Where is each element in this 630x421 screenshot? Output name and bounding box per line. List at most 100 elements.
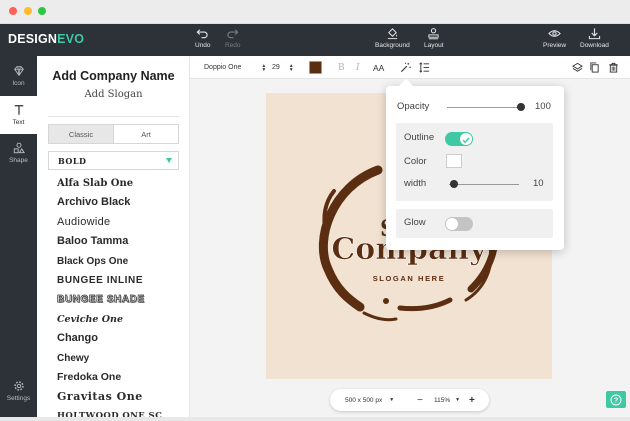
app-logo: DESIGNEVO xyxy=(8,32,85,46)
zoom-out-button[interactable]: − xyxy=(417,389,423,411)
outline-width-slider[interactable] xyxy=(449,184,519,185)
font-item-ceviche-one[interactable]: Ceviche One xyxy=(57,310,182,329)
delete-button[interactable] xyxy=(608,56,619,79)
italic-button[interactable]: I xyxy=(356,56,360,79)
copy-icon xyxy=(590,62,599,73)
zoom-level-select[interactable]: 115% ▼ xyxy=(434,389,460,411)
layout-icon xyxy=(428,28,439,40)
font-item-gravitas-one[interactable]: Gravitas One xyxy=(57,387,182,406)
font-item-alfa-slab-one[interactable]: Alfa Slab One xyxy=(57,174,182,193)
preview-button[interactable]: Preview xyxy=(543,27,566,49)
font-item-chango[interactable]: Chango xyxy=(57,329,182,348)
zoom-in-button[interactable]: + xyxy=(469,389,475,411)
text-icon xyxy=(14,105,23,115)
font-item-fredoka-one[interactable]: Fredoka One xyxy=(57,368,182,387)
outline-color-swatch[interactable] xyxy=(446,154,462,168)
left-sidebar: Icon Text Shape Settings xyxy=(0,56,37,417)
question-icon: ? xyxy=(610,394,622,405)
layers-button[interactable] xyxy=(572,56,583,79)
glow-label: Glow xyxy=(404,217,426,228)
line-spacing-icon xyxy=(419,62,430,73)
sidebar-item-settings[interactable]: Settings xyxy=(0,372,37,410)
outline-width-slider-handle[interactable] xyxy=(450,180,458,188)
toggle-knob xyxy=(446,218,458,230)
font-item-bungee-inline[interactable]: BUNGEE INLINE xyxy=(57,271,182,290)
download-button[interactable]: Download xyxy=(580,27,609,49)
font-item-chewy[interactable]: Chewy xyxy=(57,349,182,368)
logo-slogan-text[interactable]: SLOGAN HERE xyxy=(373,274,446,283)
outline-width-label: width xyxy=(404,178,427,189)
font-item-bungee-shade[interactable]: BUNGEE SHADE xyxy=(57,290,182,309)
trash-icon xyxy=(609,62,618,73)
outline-toggle[interactable] xyxy=(445,132,473,146)
shapes-icon xyxy=(13,142,25,154)
background-button[interactable]: Background xyxy=(375,27,410,49)
glow-section: Glow xyxy=(396,209,553,238)
opacity-slider[interactable] xyxy=(447,107,521,108)
opacity-slider-handle[interactable] xyxy=(517,103,525,111)
gear-icon xyxy=(13,381,24,391)
zoom-bar: 500 x 500 px ▼ − 115% ▼ + xyxy=(330,389,489,411)
help-button[interactable]: ? xyxy=(606,391,626,408)
spinner-icon: ▲ ▼ xyxy=(261,62,267,73)
window-titlebar xyxy=(0,0,630,24)
opacity-value: 100 xyxy=(535,101,551,112)
svg-text:?: ? xyxy=(614,395,619,404)
effects-button[interactable] xyxy=(400,56,411,79)
divider xyxy=(48,116,179,117)
magic-wand-icon xyxy=(400,62,411,73)
coffee-ring-stroke xyxy=(397,297,453,312)
check-icon xyxy=(460,133,472,145)
layout-button[interactable]: Layout xyxy=(424,27,444,49)
text-color-swatch[interactable] xyxy=(309,61,322,74)
font-item-audiowide[interactable]: Audiowide xyxy=(57,213,182,232)
spinner-icon: ▲ ▼ xyxy=(288,62,294,73)
glow-toggle[interactable] xyxy=(445,217,473,231)
redo-button[interactable]: Redo xyxy=(225,27,241,49)
line-spacing-button[interactable] xyxy=(419,56,430,79)
add-slogan-button[interactable]: Add Slogan xyxy=(37,89,189,100)
window-bottom-edge xyxy=(0,417,630,421)
text-toolbar: Doppio One ▲ ▼ 29 ▲ ▼ B I AA xyxy=(190,56,630,79)
opacity-label: Opacity xyxy=(397,101,430,112)
font-item-holtwood-one-sc[interactable]: HOLTWOOD ONE SC xyxy=(57,407,182,417)
sidebar-item-icon[interactable]: Icon xyxy=(0,57,37,95)
minimize-window-button[interactable] xyxy=(24,7,32,15)
coffee-drop xyxy=(350,297,356,303)
eye-icon xyxy=(548,30,561,37)
diamond-icon xyxy=(13,66,24,77)
font-item-baloo-tamma[interactable]: Baloo Tamma xyxy=(57,232,182,251)
font-item-archivo-black[interactable]: Archivo Black xyxy=(57,193,182,212)
outline-width-value: 10 xyxy=(533,178,544,189)
font-category-tabs: Classic Art xyxy=(48,124,179,144)
top-toolbar: DESIGNEVO Undo Redo Background Layout Pr… xyxy=(0,24,630,56)
font-list: Alfa Slab One Archivo Black Audiowide Ba… xyxy=(57,174,182,417)
chevron-down-icon: ▼ xyxy=(389,397,395,403)
outline-label: Outline xyxy=(404,132,435,143)
outline-section: Outline Color width 10 xyxy=(396,123,553,201)
chevron-down-icon xyxy=(166,158,172,163)
paint-bucket-icon xyxy=(387,28,397,40)
close-window-button[interactable] xyxy=(9,7,17,15)
font-item-black-ops-one[interactable]: Black Ops One xyxy=(57,252,182,271)
font-family-select[interactable]: Doppio One ▲ ▼ xyxy=(204,56,266,79)
layers-icon xyxy=(572,62,583,72)
outline-color-label: Color xyxy=(404,156,427,167)
font-size-input[interactable]: 29 ▲ ▼ xyxy=(272,56,294,79)
font-style-select[interactable]: BOLD xyxy=(48,151,179,170)
undo-icon xyxy=(196,29,208,39)
sidebar-item-text[interactable]: Text xyxy=(0,96,37,134)
tab-art[interactable]: Art xyxy=(113,125,178,143)
add-company-name-button[interactable]: Add Company Name xyxy=(37,69,189,83)
coffee-drop xyxy=(383,298,389,304)
canvas-size-select[interactable]: 500 x 500 px ▼ xyxy=(345,389,394,411)
sidebar-item-shape[interactable]: Shape xyxy=(0,134,37,172)
text-case-button[interactable]: AA xyxy=(373,56,384,79)
maximize-window-button[interactable] xyxy=(38,7,46,15)
undo-button[interactable]: Undo xyxy=(195,27,211,49)
text-panel: Add Company Name Add Slogan Classic Art … xyxy=(37,56,190,417)
bold-button[interactable]: B xyxy=(338,56,345,79)
duplicate-button[interactable] xyxy=(589,56,600,79)
chevron-down-icon: ▼ xyxy=(455,397,461,403)
tab-classic[interactable]: Classic xyxy=(49,125,113,143)
